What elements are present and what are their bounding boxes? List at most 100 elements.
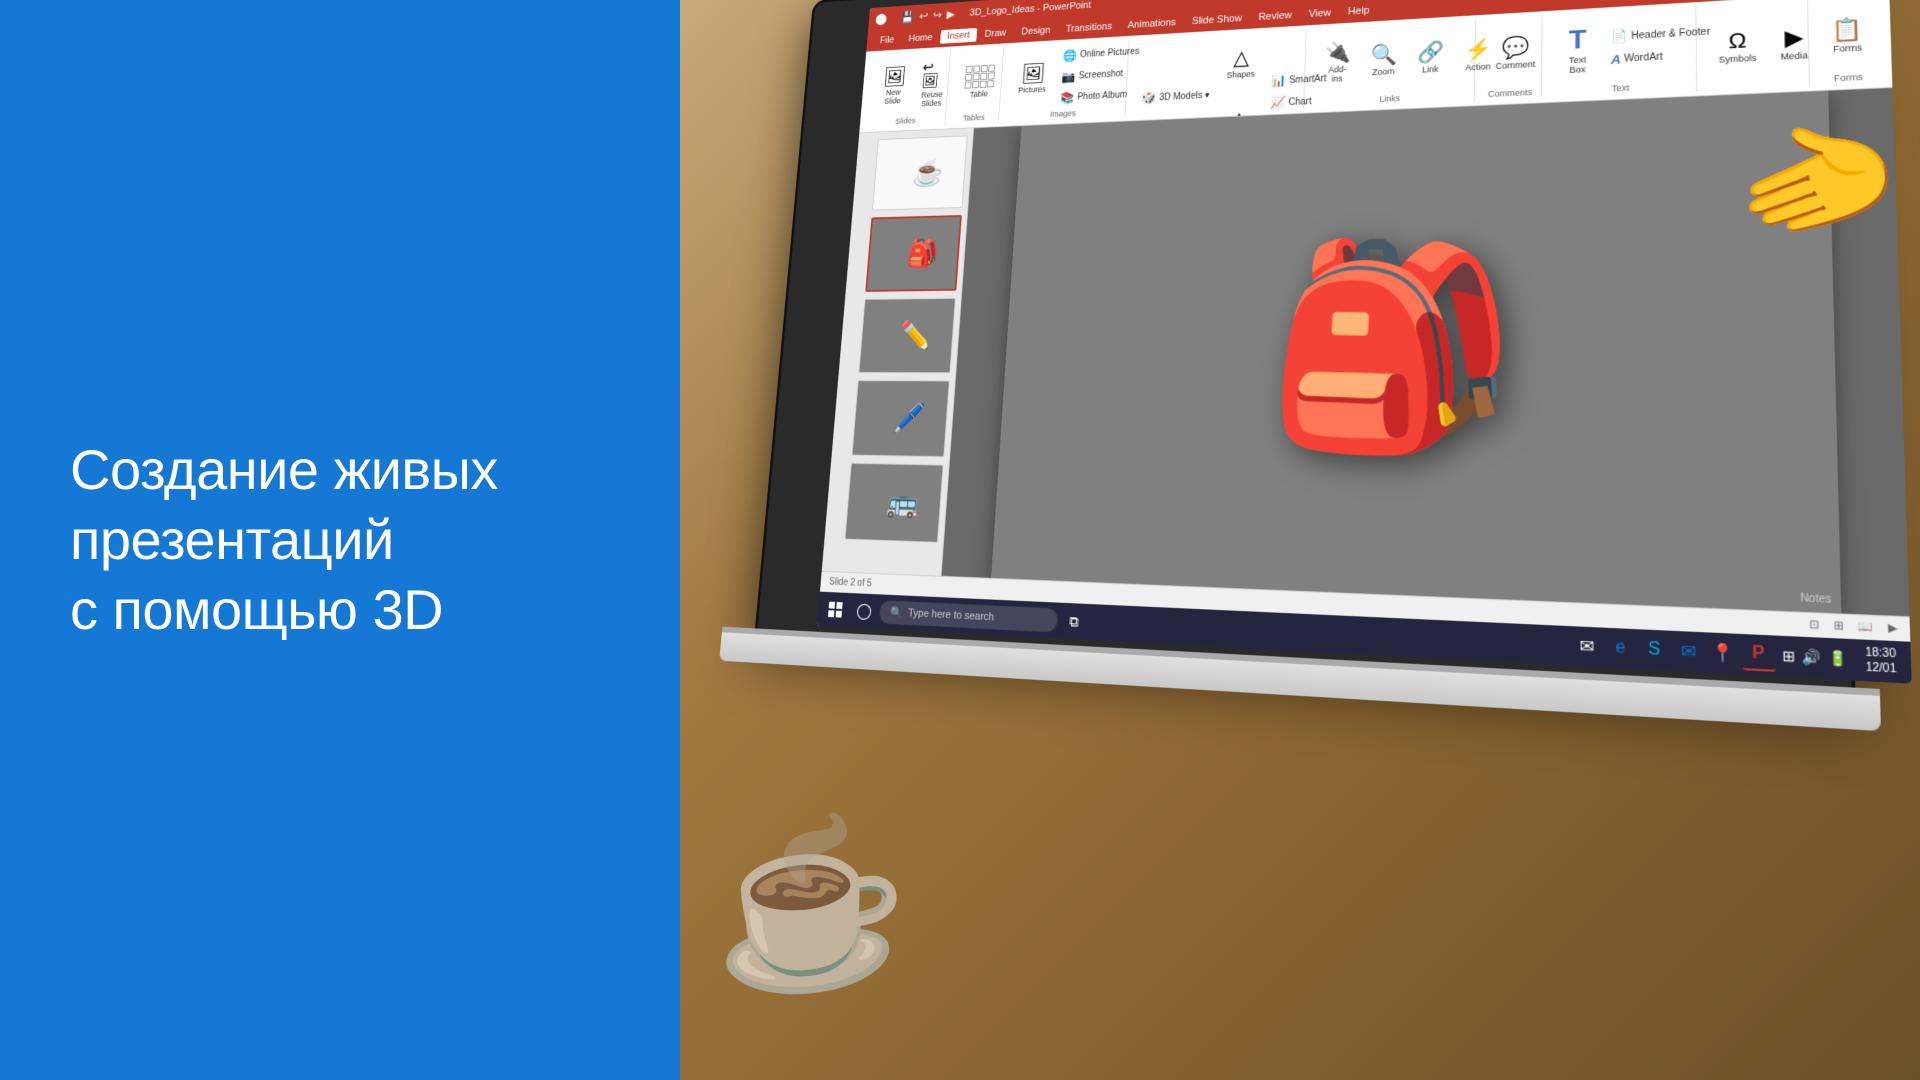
undo-icon[interactable]: ↩: [919, 9, 929, 23]
symbols-buttons: Ω Symbols ▶ Media: [1709, 1, 1819, 89]
textbox-icon: T: [1569, 25, 1587, 53]
tables-buttons: Table: [956, 49, 1003, 115]
table-label: Table: [970, 89, 989, 99]
coffee-mug-decoration: ☕: [702, 805, 917, 1009]
menu-view[interactable]: View: [1301, 5, 1339, 22]
laptop: ⬤ 💾 ↩ ↪ ▶ 3D_Logo_Ideas - PowerPoint —: [689, 0, 1920, 927]
network-icon: ⊞: [1782, 647, 1795, 666]
normal-view-button[interactable]: ⊡: [1809, 619, 1819, 632]
slide-5-emoji: 🚌: [845, 464, 943, 543]
illust-top-row: 🎲 3D Models ▾: [1136, 85, 1215, 109]
slideshow-button[interactable]: ▶: [1888, 622, 1898, 635]
symbols-button[interactable]: Ω Symbols: [1710, 13, 1766, 79]
images-buttons: 🖼 Pictures 🌐 Online Pictures: [1010, 40, 1145, 111]
zoom-icon: 🔍: [1370, 44, 1397, 66]
battery-icon: 🔋: [1829, 649, 1849, 668]
ribbon-group-symbols: Ω Symbols ▶ Media: [1701, 0, 1810, 91]
menu-design[interactable]: Design: [1014, 23, 1058, 39]
links-buttons: 🔌 Add-ins 🔍 Zoom 🔗 Link: [1316, 19, 1501, 97]
symbols-icon: Ω: [1728, 29, 1746, 52]
pictures-button[interactable]: 🖼 Pictures: [1010, 49, 1055, 107]
slide-4-thumb[interactable]: 🖊️: [852, 380, 950, 457]
slides-buttons: 🖼 NewSlide ↩🖼 ReuseSlides: [873, 52, 953, 118]
taskbar-outlook-icon[interactable]: ✉: [1672, 635, 1704, 668]
hero-text: Создание живых презентаций с помощью 3D: [70, 435, 498, 645]
menu-file[interactable]: File: [873, 33, 901, 48]
media-button[interactable]: ▶ Media: [1769, 10, 1819, 76]
slides-group-label: Slides: [873, 115, 939, 127]
menu-review[interactable]: Review: [1251, 8, 1300, 25]
windows-start-button[interactable]: [821, 594, 851, 626]
reuse-slides-button[interactable]: ↩🖼 ReuseSlides: [913, 55, 953, 112]
screenshot-label: Screenshot: [1078, 69, 1123, 81]
slide-1-content: ☕: [873, 136, 968, 210]
search-icon: 🔍: [889, 606, 903, 620]
cortana-button[interactable]: ◯: [849, 595, 879, 627]
slide-2-thumb[interactable]: 🎒: [865, 215, 962, 292]
media-icon: ▶: [1784, 26, 1803, 49]
new-slide-icon: 🖼: [882, 67, 906, 87]
shapes-button[interactable]: △ Shapes: [1219, 33, 1264, 93]
tables-group-label: Tables: [956, 112, 993, 122]
view-controls: ⊡ ⊞ 📖 ▶: [1809, 619, 1898, 635]
menu-help[interactable]: Help: [1340, 3, 1377, 20]
symbols-label: Symbols: [1719, 52, 1757, 64]
slide-2-emoji: 🎒: [867, 216, 962, 290]
table-button[interactable]: Table: [956, 52, 1003, 110]
slide-5-number: 5: [822, 464, 825, 473]
main-slide: 🎒 🫲 Notes: [991, 89, 1841, 616]
zoom-label: Zoom: [1372, 66, 1395, 76]
addins-button[interactable]: 🔌 Add-ins: [1316, 32, 1360, 93]
comment-button[interactable]: 💬 Comment: [1487, 21, 1543, 85]
menu-draw[interactable]: Draw: [978, 26, 1014, 42]
wordart-label: WordArt: [1624, 52, 1663, 65]
table-icon: [965, 64, 996, 88]
redo-icon[interactable]: ↪: [932, 8, 942, 22]
menu-slideshow[interactable]: Slide Show: [1184, 11, 1249, 29]
taskbar-search[interactable]: 🔍 Type here to search: [879, 600, 1058, 632]
forms-button[interactable]: 📋 Forms: [1822, 2, 1874, 69]
new-slide-button[interactable]: 🖼 NewSlide: [874, 58, 914, 115]
slide-2-container: 2 🎒: [851, 215, 962, 292]
header-footer-button[interactable]: 📄 Header & Footer: [1605, 20, 1717, 48]
save-icon[interactable]: 💾: [901, 10, 915, 24]
slide-sorter-button[interactable]: ⊞: [1834, 620, 1844, 633]
powerpoint-window: ⬤ 💾 ↩ ↪ ▶ 3D_Logo_Ideas - PowerPoint —: [817, 0, 1912, 684]
slide-count: Slide 2 of 5: [829, 577, 872, 589]
link-button[interactable]: 🔗 Link: [1408, 26, 1453, 88]
slide-5-content: 🚌: [845, 464, 943, 543]
zoom-button[interactable]: 🔍 Zoom: [1362, 29, 1406, 91]
taskbar-skype-icon[interactable]: S: [1638, 634, 1670, 667]
quick-access-toolbar: 💾 ↩ ↪ ▶: [893, 7, 964, 25]
taskbar-maps-icon[interactable]: 📍: [1707, 637, 1740, 670]
reuse-slides-label: ReuseSlides: [920, 89, 943, 107]
chart-icon: 📈: [1270, 95, 1286, 110]
taskbar-powerpoint-icon[interactable]: P: [1742, 639, 1775, 672]
slide-1-thumb[interactable]: ☕: [872, 135, 968, 210]
slide-4-emoji: 🖊️: [853, 381, 950, 456]
hand-pointer: 🫲: [1708, 88, 1910, 278]
present-icon[interactable]: ▶: [946, 7, 955, 21]
comments-buttons: 💬 Comment: [1487, 17, 1544, 89]
menu-animations[interactable]: Animations: [1120, 15, 1183, 33]
ribbon-group-comments: 💬 Comment Comments: [1479, 15, 1543, 101]
taskbar-mail-icon[interactable]: ✉: [1571, 631, 1602, 663]
menu-insert[interactable]: Insert: [940, 28, 977, 44]
photo-album-label: Photo Album: [1077, 90, 1127, 102]
menu-home[interactable]: Home: [902, 30, 940, 46]
3d-models-icon: 🎲: [1142, 90, 1157, 105]
reading-view-button[interactable]: 📖: [1858, 621, 1873, 634]
comments-group-label: Comments: [1487, 87, 1533, 99]
textbox-button[interactable]: T TextBox: [1555, 18, 1601, 82]
slide-editing-area[interactable]: 🎒 🫲 Notes: [942, 88, 1910, 616]
slide-3-thumb[interactable]: ✏️: [858, 298, 955, 373]
task-view-button[interactable]: ⧉: [1058, 605, 1089, 639]
wordart-button[interactable]: A WordArt: [1605, 44, 1717, 70]
media-label: Media: [1781, 50, 1809, 61]
menu-transitions[interactable]: Transitions: [1058, 19, 1119, 37]
3d-models-button[interactable]: 🎲 3D Models ▾: [1136, 85, 1215, 109]
pictures-icon: 🖼: [1021, 63, 1046, 84]
taskbar-edge-icon[interactable]: e: [1605, 632, 1637, 665]
slide-5-thumb[interactable]: 🚌: [845, 463, 944, 543]
shapes-icon: △: [1233, 48, 1249, 69]
